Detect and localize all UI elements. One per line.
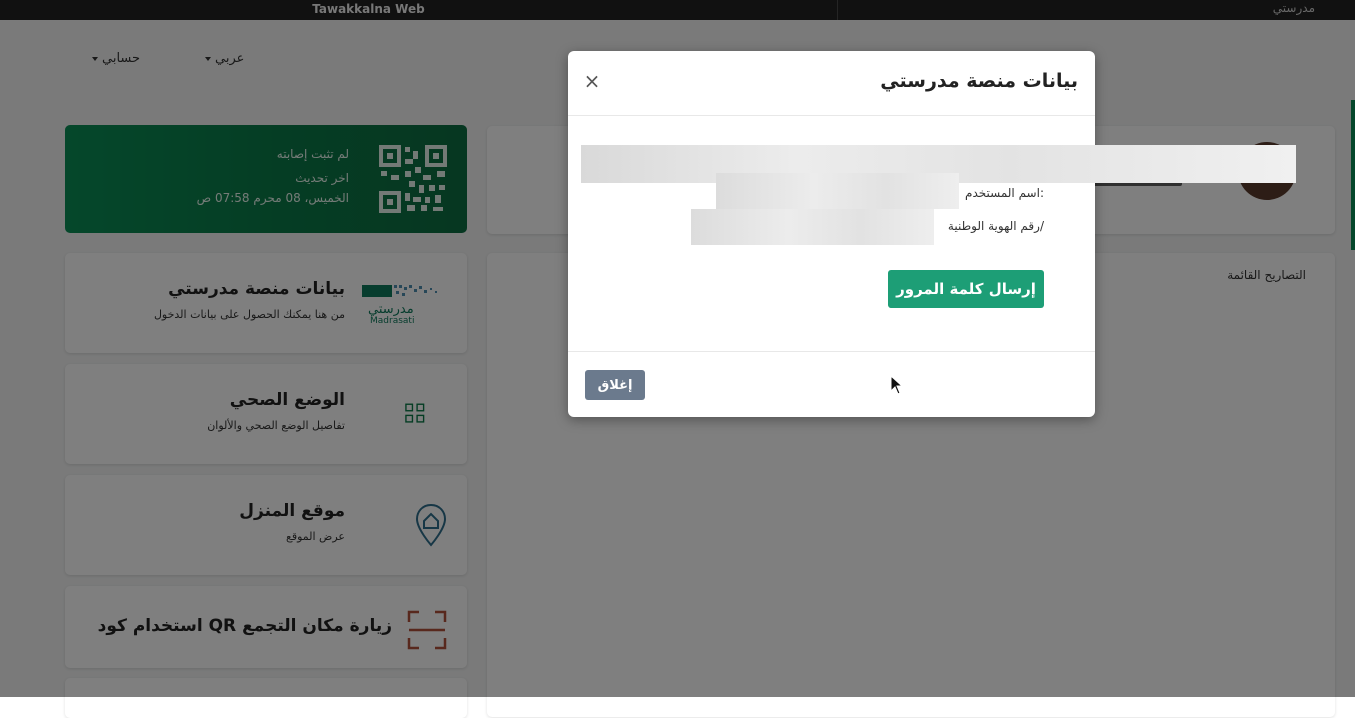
modal-footer: إغلاق <box>568 351 1095 418</box>
close-icon[interactable]: × <box>583 71 601 91</box>
national-id-label: رقم الهوية الوطنية/ <box>947 219 1044 233</box>
modal-title: بيانات منصة مدرستي <box>880 70 1078 92</box>
madrasati-modal: بيانات منصة مدرستي × اسم المستخدم: رقم ا… <box>568 51 1296 418</box>
mouse-cursor-icon <box>890 375 904 395</box>
username-label: اسم المستخدم: <box>965 186 1044 200</box>
redacted-username-value <box>716 173 959 209</box>
redacted-national-id-value <box>691 209 934 245</box>
modal-header: بيانات منصة مدرستي × <box>568 51 1095 116</box>
close-button[interactable]: إغلاق <box>585 370 645 400</box>
send-password-button[interactable]: إرسال كلمة المرور <box>888 270 1044 308</box>
